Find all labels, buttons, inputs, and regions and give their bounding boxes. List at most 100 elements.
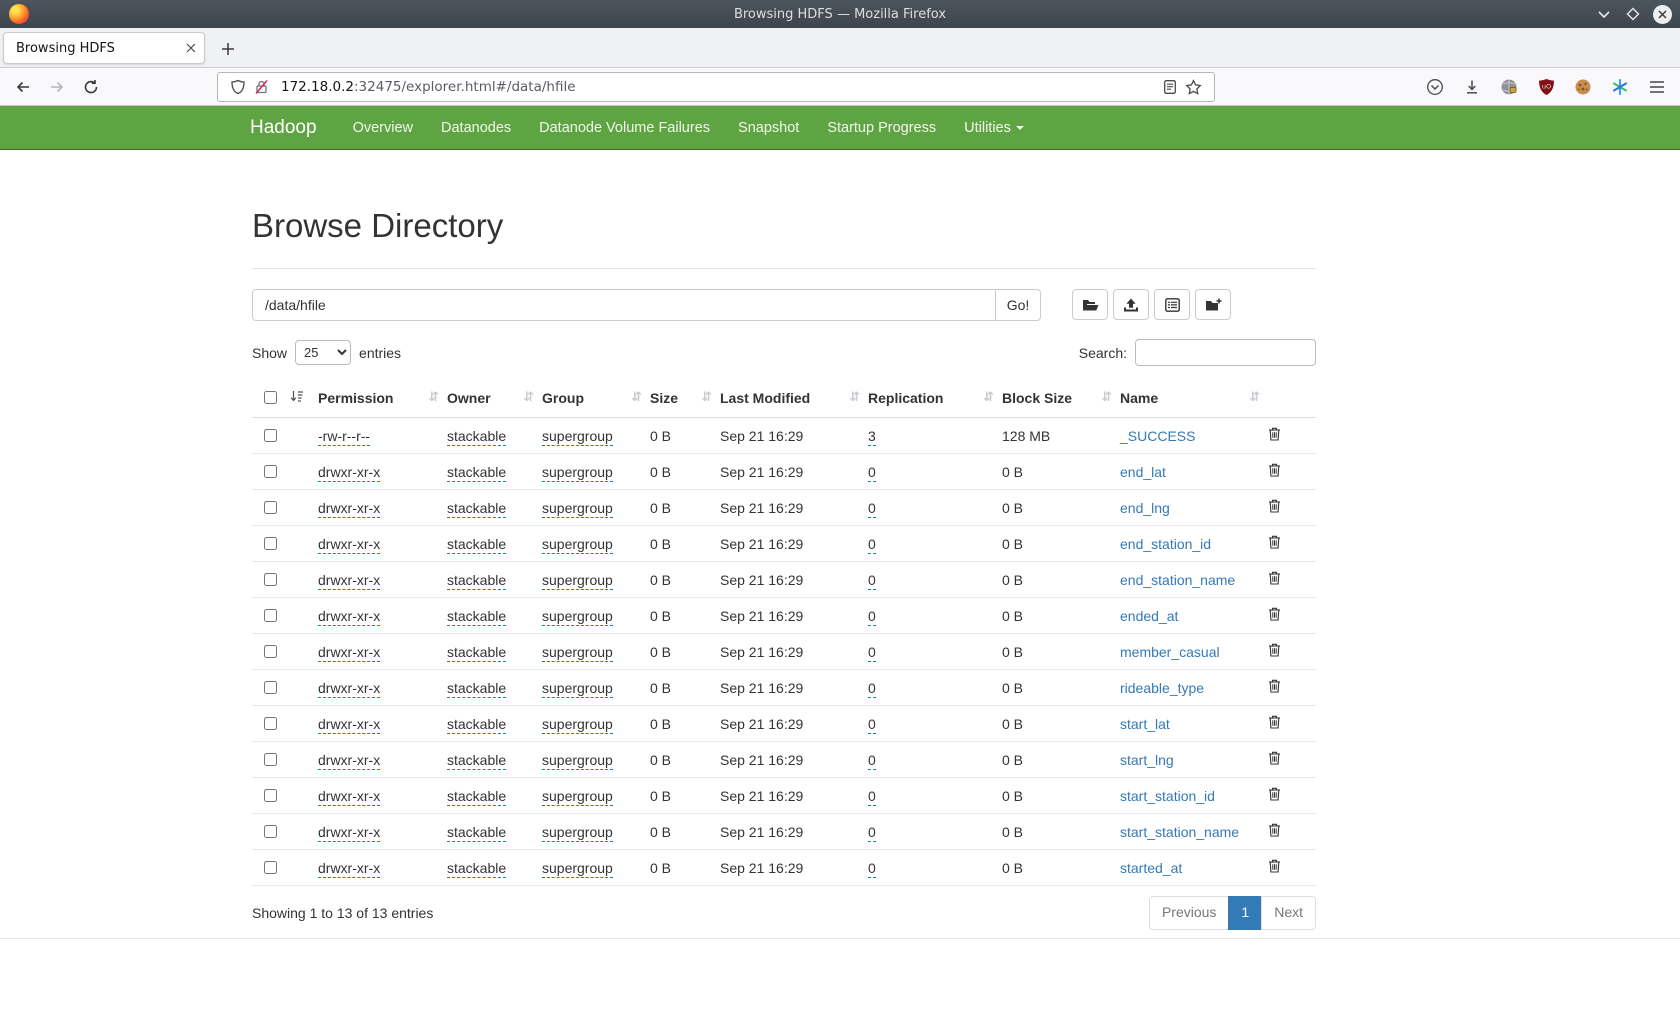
forward-icon[interactable]	[44, 75, 70, 99]
group-value[interactable]: supergroup	[542, 716, 613, 734]
nav-item-startup-progress[interactable]: Startup Progress	[813, 106, 950, 150]
permission-value[interactable]: drwxr-xr-x	[318, 644, 380, 662]
quota-list-button[interactable]	[1154, 289, 1190, 320]
trash-icon[interactable]	[1268, 823, 1281, 840]
downloads-icon[interactable]	[1459, 74, 1485, 100]
asterisk-extension-icon[interactable]	[1607, 74, 1633, 100]
group-value[interactable]: supergroup	[542, 788, 613, 806]
row-checkbox[interactable]	[264, 609, 277, 622]
owner-value[interactable]: stackable	[447, 644, 506, 662]
go-button[interactable]: Go!	[995, 289, 1041, 321]
trash-icon[interactable]	[1268, 643, 1281, 660]
group-value[interactable]: supergroup	[542, 752, 613, 770]
trash-icon[interactable]	[1268, 427, 1281, 444]
sort-icon[interactable]: ⇵	[428, 390, 439, 405]
row-checkbox[interactable]	[264, 789, 277, 802]
permission-value[interactable]: drwxr-xr-x	[318, 788, 380, 806]
owner-value[interactable]: stackable	[447, 752, 506, 770]
select-all-checkbox[interactable]	[264, 391, 277, 404]
replication-value[interactable]: 0	[868, 716, 876, 734]
row-checkbox[interactable]	[264, 573, 277, 586]
pocket-icon[interactable]	[1422, 74, 1448, 100]
tab-browsing-hdfs[interactable]: Browsing HDFS	[3, 32, 205, 64]
trash-icon[interactable]	[1268, 679, 1281, 696]
trash-icon[interactable]	[1268, 715, 1281, 732]
new-tab-icon[interactable]	[216, 37, 240, 61]
permission-value[interactable]: drwxr-xr-x	[318, 860, 380, 878]
menu-icon[interactable]	[1644, 74, 1670, 100]
replication-value[interactable]: 0	[868, 464, 876, 482]
upload-button[interactable]	[1113, 289, 1149, 320]
permission-value[interactable]: drwxr-xr-x	[318, 500, 380, 518]
group-value[interactable]: supergroup	[542, 860, 613, 878]
file-link[interactable]: member_casual	[1120, 644, 1220, 660]
nav-item-datanode-volume-failures[interactable]: Datanode Volume Failures	[525, 106, 724, 150]
navbar-brand[interactable]: Hadoop	[250, 106, 317, 150]
replication-value[interactable]: 0	[868, 752, 876, 770]
group-value[interactable]: supergroup	[542, 428, 613, 446]
file-link[interactable]: end_station_id	[1120, 536, 1211, 552]
owner-value[interactable]: stackable	[447, 860, 506, 878]
file-link[interactable]: end_lat	[1120, 464, 1166, 480]
group-value[interactable]: supergroup	[542, 644, 613, 662]
replication-value[interactable]: 0	[868, 644, 876, 662]
permission-value[interactable]: drwxr-xr-x	[318, 464, 380, 482]
ublock-icon[interactable]: uO	[1533, 74, 1559, 100]
permission-value[interactable]: drwxr-xr-x	[318, 752, 380, 770]
sort-icon[interactable]: ⇵	[983, 390, 994, 405]
header-block-size[interactable]: ⇵Block Size	[1002, 378, 1120, 418]
file-link[interactable]: start_station_id	[1120, 788, 1215, 804]
row-checkbox[interactable]	[264, 465, 277, 478]
owner-value[interactable]: stackable	[447, 608, 506, 626]
pagination-previous[interactable]: Previous	[1149, 896, 1229, 930]
folder-open-button[interactable]	[1072, 289, 1108, 320]
file-link[interactable]: ended_at	[1120, 608, 1178, 624]
file-link[interactable]: end_station_name	[1120, 572, 1235, 588]
owner-value[interactable]: stackable	[447, 824, 506, 842]
permission-value[interactable]: drwxr-xr-x	[318, 716, 380, 734]
sort-icon[interactable]: ⇵	[631, 390, 642, 405]
header-size[interactable]: ⇵Size	[650, 378, 720, 418]
row-checkbox[interactable]	[264, 861, 277, 874]
owner-value[interactable]: stackable	[447, 536, 506, 554]
file-link[interactable]: start_lng	[1120, 752, 1174, 768]
tracking-shield-icon[interactable]	[230, 79, 246, 95]
header-group[interactable]: ⇵Group	[542, 378, 650, 418]
privacy-extension-icon[interactable]	[1496, 74, 1522, 100]
file-link[interactable]: started_at	[1120, 860, 1182, 876]
cookie-extension-icon[interactable]	[1570, 74, 1596, 100]
permission-value[interactable]: drwxr-xr-x	[318, 824, 380, 842]
trash-icon[interactable]	[1268, 463, 1281, 480]
tab-close-icon[interactable]	[186, 43, 196, 53]
file-link[interactable]: rideable_type	[1120, 680, 1204, 696]
file-link[interactable]: start_lat	[1120, 716, 1170, 732]
permission-value[interactable]: -rw-r--r--	[318, 428, 370, 446]
insecure-lock-icon[interactable]	[254, 79, 269, 95]
page-size-select[interactable]: 25	[295, 340, 351, 365]
owner-value[interactable]: stackable	[447, 500, 506, 518]
nav-item-datanodes[interactable]: Datanodes	[427, 106, 525, 150]
replication-value[interactable]: 0	[868, 500, 876, 518]
group-value[interactable]: supergroup	[542, 536, 613, 554]
group-value[interactable]: supergroup	[542, 608, 613, 626]
permission-value[interactable]: drwxr-xr-x	[318, 608, 380, 626]
owner-value[interactable]: stackable	[447, 428, 506, 446]
replication-value[interactable]: 0	[868, 536, 876, 554]
new-folder-button[interactable]	[1195, 289, 1231, 320]
row-checkbox[interactable]	[264, 717, 277, 730]
path-input[interactable]	[252, 289, 996, 321]
replication-value[interactable]: 3	[868, 428, 876, 446]
trash-icon[interactable]	[1268, 607, 1281, 624]
row-checkbox[interactable]	[264, 537, 277, 550]
group-value[interactable]: supergroup	[542, 500, 613, 518]
url-text[interactable]: 172.18.0.2:32475/explorer.html#/data/hfi…	[281, 79, 1159, 95]
maximize-icon[interactable]	[1623, 4, 1643, 24]
row-checkbox[interactable]	[264, 753, 277, 766]
bookmark-star-icon[interactable]	[1185, 79, 1202, 95]
sort-icon[interactable]: ⇵	[523, 390, 534, 405]
trash-icon[interactable]	[1268, 751, 1281, 768]
replication-value[interactable]: 0	[868, 680, 876, 698]
file-link[interactable]: _SUCCESS	[1120, 428, 1195, 444]
pagination-page-1[interactable]: 1	[1228, 896, 1262, 930]
header-replication[interactable]: ⇵Replication	[868, 378, 1002, 418]
